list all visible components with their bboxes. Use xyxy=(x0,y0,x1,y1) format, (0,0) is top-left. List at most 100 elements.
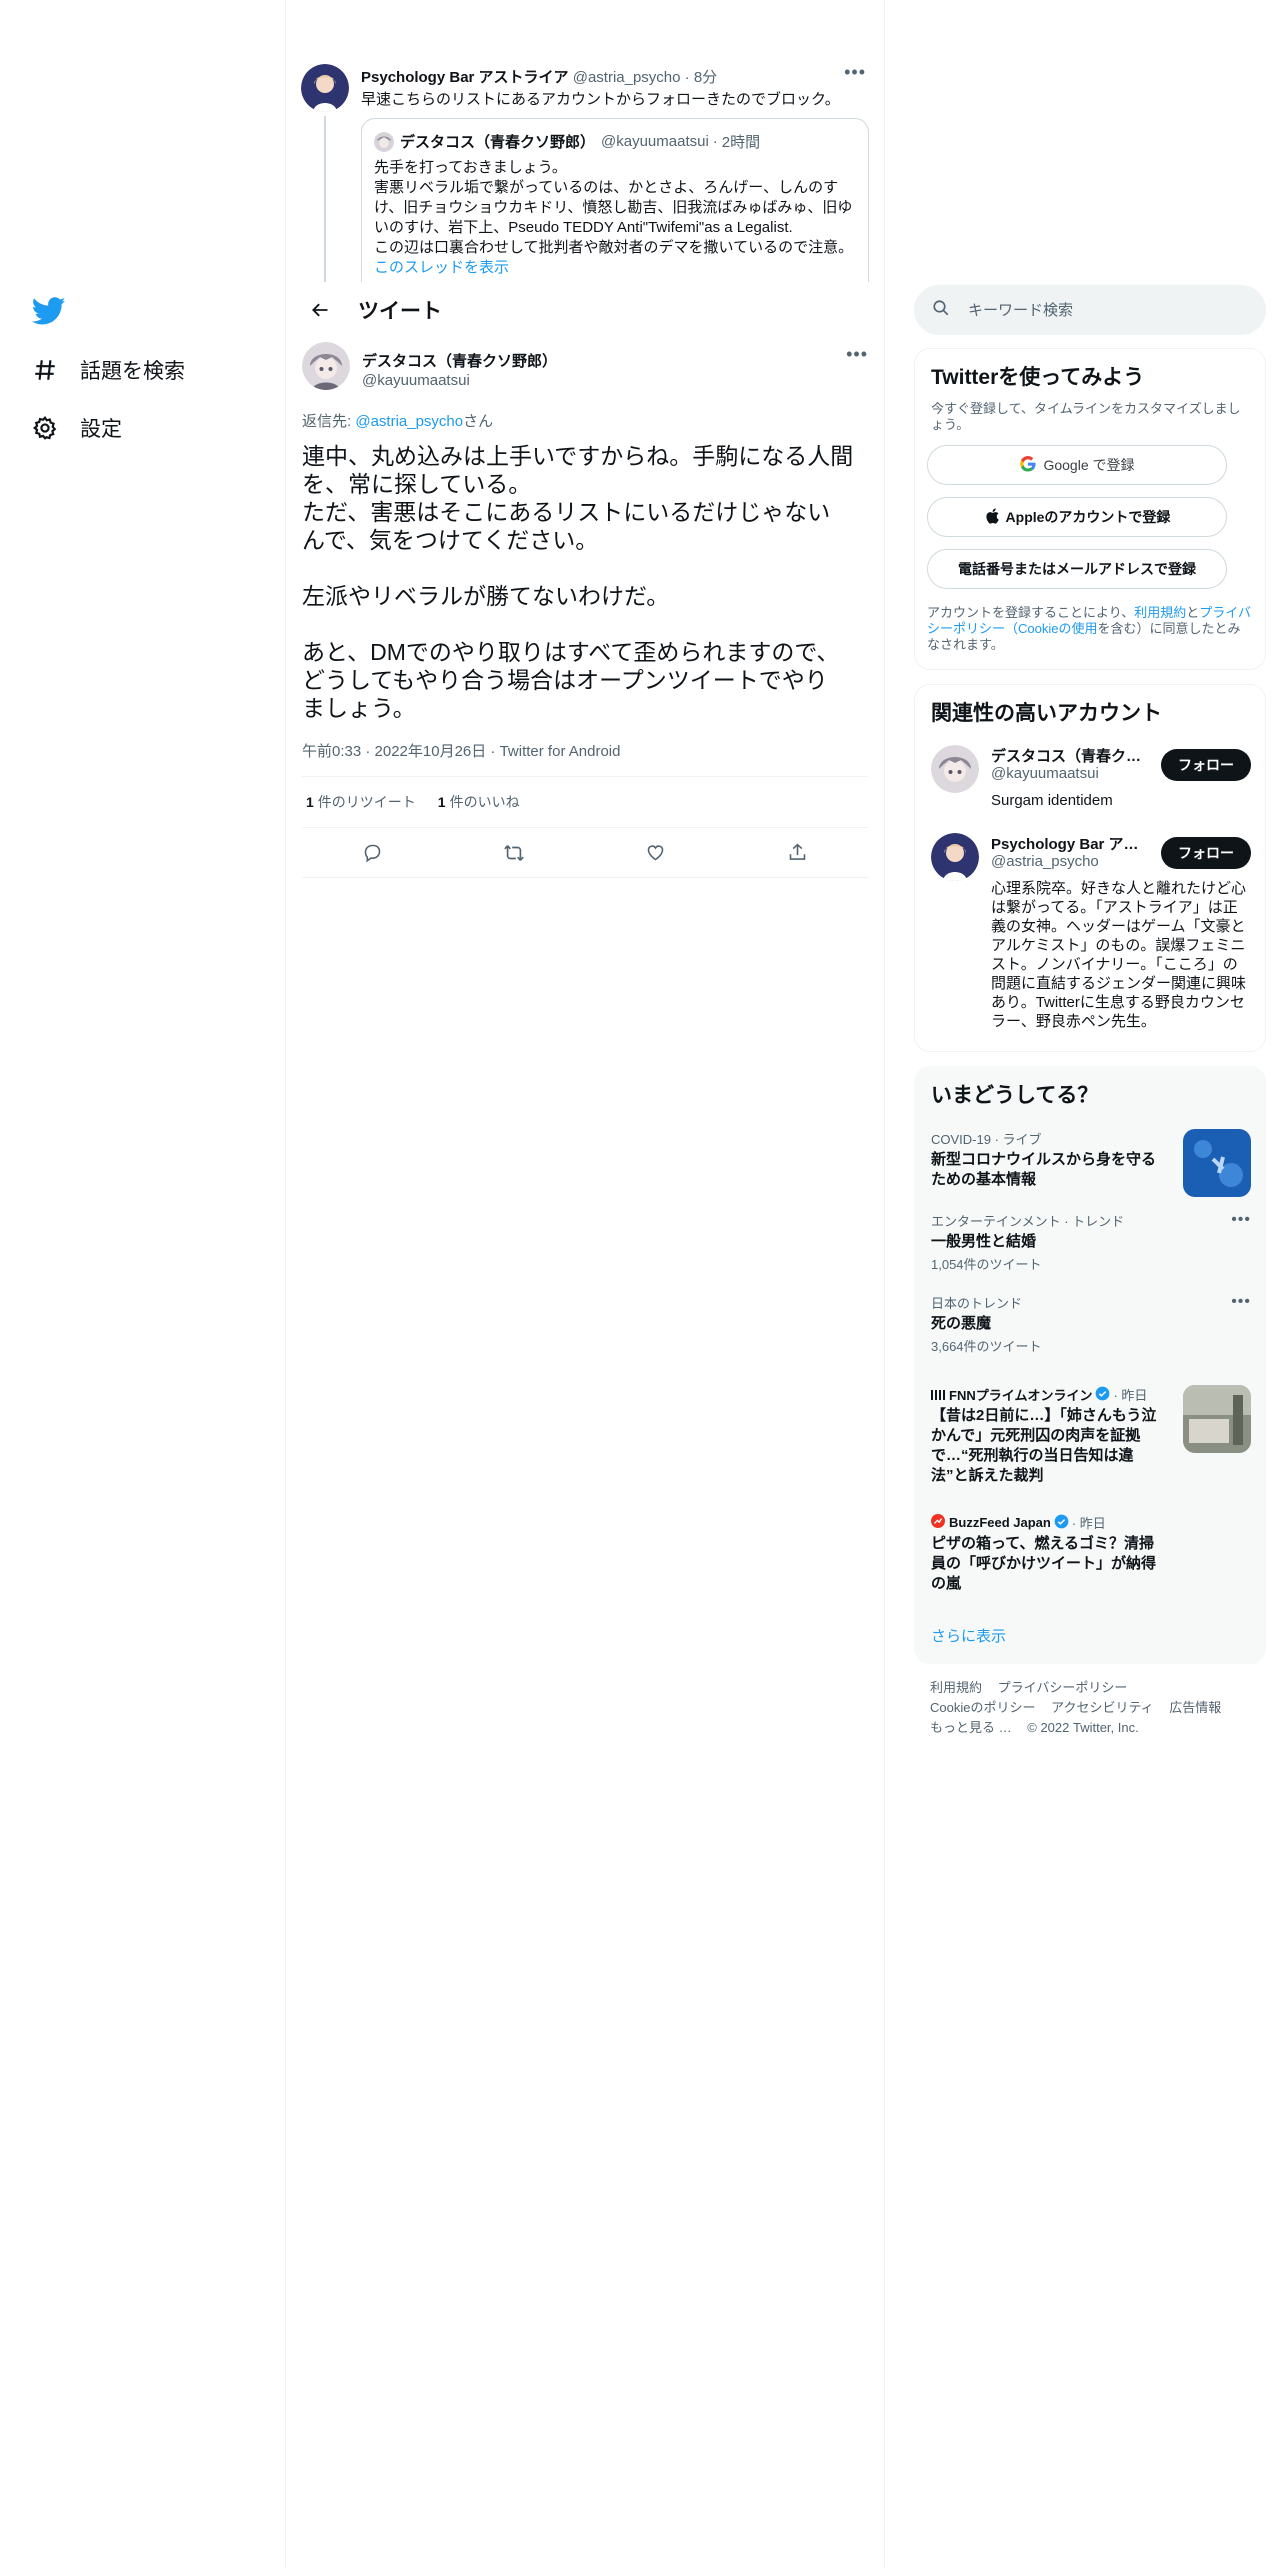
news-source-name: BuzzFeed Japan xyxy=(949,1515,1051,1530)
previous-tweet[interactable]: Psychology Bar アストライア @astria_psycho · 8… xyxy=(286,0,884,282)
trend-item[interactable]: 日本のトレンド 死の悪魔 3,664件のツイート ••• xyxy=(931,1293,1251,1355)
tweet-text-line: 連中、丸め込みは上手いですからね。手駒になる人間 xyxy=(302,443,854,469)
terms-link[interactable]: 利用規約 xyxy=(1134,605,1186,620)
news-thumbnail xyxy=(1183,1385,1251,1453)
like-count[interactable]: 1 件のいいね xyxy=(438,792,520,812)
verified-badge-icon xyxy=(1095,1386,1110,1404)
tweet-time[interactable]: 8分 xyxy=(694,69,717,86)
search-input[interactable] xyxy=(968,301,1228,319)
footer-link-ads[interactable]: 広告情報 xyxy=(1169,1700,1221,1715)
tweet-text-line: ただ、害悪はそこにあるリストにいるだけじゃない xyxy=(302,499,831,525)
show-thread-link[interactable]: このスレッドを表示 xyxy=(374,258,856,278)
trend-tweet-count: 3,664件のツイート xyxy=(931,1339,1042,1354)
search-box[interactable] xyxy=(914,285,1266,335)
author-handle[interactable]: @astria_psycho xyxy=(573,69,681,86)
legal-text: アカウントを登録することにより、 xyxy=(927,605,1135,620)
tweet-text-line: を、常に探している。 xyxy=(302,471,532,497)
thread-line xyxy=(324,116,326,282)
trend-title: 死の悪魔 xyxy=(931,1315,992,1332)
retweet-count-value: 1 xyxy=(306,794,314,810)
quoted-author-avatar xyxy=(374,131,394,152)
news-source-name: FNNプライムオンライン xyxy=(949,1388,1093,1403)
google-signup-button[interactable]: Google で登録 xyxy=(927,445,1227,485)
news-source: BuzzFeed Japan · 昨日 xyxy=(931,1513,1251,1532)
retweet-count-label: 件のリツイート xyxy=(317,794,416,810)
author-name[interactable]: デスタコス（青春クソ野郎） xyxy=(362,350,557,371)
phone-email-signup-button[interactable]: 電話番号またはメールアドレスで登録 xyxy=(927,549,1227,589)
footer-link-cookies[interactable]: Cookieのポリシー xyxy=(930,1700,1035,1715)
apple-signup-button[interactable]: Appleのアカウントで登録 xyxy=(927,497,1227,537)
like-count-value: 1 xyxy=(437,794,446,810)
left-navigation: 話題を検索 設定 xyxy=(0,0,286,2568)
legal-text: と xyxy=(1186,605,1200,620)
quoted-tweet[interactable]: デスタコス（青春クソ野郎） @kayuumaatsui · 2時間 先手を打って… xyxy=(361,118,869,282)
more-options-icon[interactable]: ••• xyxy=(846,344,868,365)
news-item[interactable]: BuzzFeed Japan · 昨日 ピザの箱って、燃えるゴミ？清掃員の「呼び… xyxy=(931,1513,1251,1594)
quoted-author-handle: @kayuumaatsui xyxy=(601,133,709,150)
trend-title: 新型コロナウイルスから身を守るための基本情報 xyxy=(931,1151,1157,1188)
more-options-icon[interactable]: ••• xyxy=(844,62,866,83)
dot-separator: · xyxy=(684,69,690,86)
more-options-icon[interactable]: ••• xyxy=(1231,1293,1251,1311)
search-icon xyxy=(932,299,950,322)
trend-context: エンターテインメント · トレンド xyxy=(931,1214,1125,1229)
quoted-text-line: 害悪リベラル垢で繋がっているのは、かとさよ、ろんげー、しんのす xyxy=(374,179,839,196)
reply-context: 返信先: @astria_psychoさん xyxy=(302,410,493,431)
news-time: · 昨日 xyxy=(1113,1388,1148,1403)
news-item[interactable]: FNNプライムオンライン · 昨日 【昔は2日前に…】「姉さんもう泣かんで」元死… xyxy=(931,1385,1251,1486)
signup-legal-text: アカウントを登録することにより、利用規約とプライバシーポリシー（Cookieの使… xyxy=(927,605,1251,653)
tweet-text-line: んで、気をつけてください。 xyxy=(302,527,599,553)
tweet-timestamp[interactable]: 午前0:33 · 2022年10月26日 · Twitter for Andro… xyxy=(302,740,620,761)
footer-link-accessibility[interactable]: アクセシビリティ xyxy=(1051,1700,1154,1715)
nav-explore[interactable]: 話題を検索 xyxy=(30,350,185,390)
footer-link-more[interactable]: もっと見る … xyxy=(930,1720,1012,1735)
back-arrow-icon[interactable] xyxy=(302,292,338,328)
share-icon[interactable] xyxy=(779,835,815,871)
signup-subtitle: 今すぐ登録して、タイムラインをカスタマイズしましょう。 xyxy=(931,401,1241,432)
trends-title: いまどうしてる？ xyxy=(931,1084,1099,1107)
news-title: ピザの箱って、燃えるゴミ？清掃員の「呼びかけツイート」が納得の嵐 xyxy=(931,1535,1157,1592)
news-time: · 昨日 xyxy=(1071,1516,1106,1531)
tweet-actions xyxy=(302,828,868,878)
desutakosu-avatar[interactable] xyxy=(302,342,350,390)
reply-icon[interactable] xyxy=(355,835,391,871)
author-name[interactable]: Psychology Bar アストライア xyxy=(361,69,569,86)
nav-settings[interactable]: 設定 xyxy=(30,408,122,448)
google-g-icon xyxy=(1019,455,1037,476)
trend-item[interactable]: COVID-19 · ライブ 新型コロナウイルスから身を守るための基本情報 xyxy=(931,1129,1251,1197)
more-options-icon[interactable]: ••• xyxy=(1231,1211,1251,1229)
follow-button[interactable]: フォロー xyxy=(1161,749,1251,781)
follow-button[interactable]: フォロー xyxy=(1161,837,1251,869)
copyright: © 2022 Twitter, Inc. xyxy=(1027,1720,1139,1735)
footer-link-privacy[interactable]: プライバシーポリシー xyxy=(998,1680,1128,1695)
show-more-link[interactable]: さらに表示 xyxy=(931,1625,1006,1646)
related-accounts-card: 関連性の高いアカウント デスタコス（青春クソ野郎） @kayuumaatsui … xyxy=(914,684,1266,1052)
retweet-count[interactable]: 1 件のリツイート xyxy=(306,792,416,812)
tweet-text-line: あと、DMでのやり取りはすべて歪められますので、 xyxy=(302,639,840,665)
account-name[interactable]: デスタコス（青春クソ野郎） xyxy=(991,745,1147,766)
account-handle: @astria_psycho xyxy=(991,853,1099,870)
signup-title: Twitterを使ってみよう xyxy=(931,366,1145,389)
desutakosu-avatar[interactable] xyxy=(931,745,979,793)
quoted-text-line: いのすけ、岩下上、Pseudo TEDDY Anti"Twifemi"as a … xyxy=(374,219,793,236)
quoted-tweet-time: 2時間 xyxy=(721,134,761,151)
trend-item[interactable]: エンターテインメント · トレンド 一般男性と結婚 1,054件のツイート ••… xyxy=(931,1211,1251,1273)
author-handle[interactable]: @kayuumaatsui xyxy=(362,372,470,389)
tweet-stats: 1 件のリツイート 1 件のいいね xyxy=(302,776,868,828)
apple-logo-icon xyxy=(984,507,1000,528)
main-column: Psychology Bar アストライア @astria_psycho · 8… xyxy=(286,0,885,2568)
account-name[interactable]: Psychology Bar アストライア xyxy=(991,833,1147,854)
like-heart-icon[interactable] xyxy=(638,835,674,871)
reply-to-link[interactable]: @astria_psycho xyxy=(355,413,463,430)
hashtag-icon xyxy=(30,355,60,385)
trend-context: 日本のトレンド xyxy=(931,1296,1023,1311)
twitter-logo-icon[interactable] xyxy=(31,294,66,328)
quoted-author-name: デスタコス（青春クソ野郎） xyxy=(400,134,596,151)
page-title: ツイート xyxy=(358,300,442,323)
verified-badge-icon xyxy=(1054,1514,1069,1532)
covid-thumbnail xyxy=(1183,1129,1251,1197)
astria-avatar[interactable] xyxy=(931,833,979,881)
astria-avatar[interactable] xyxy=(301,64,349,112)
retweet-icon[interactable] xyxy=(496,835,532,871)
footer-link-terms[interactable]: 利用規約 xyxy=(930,1680,982,1695)
